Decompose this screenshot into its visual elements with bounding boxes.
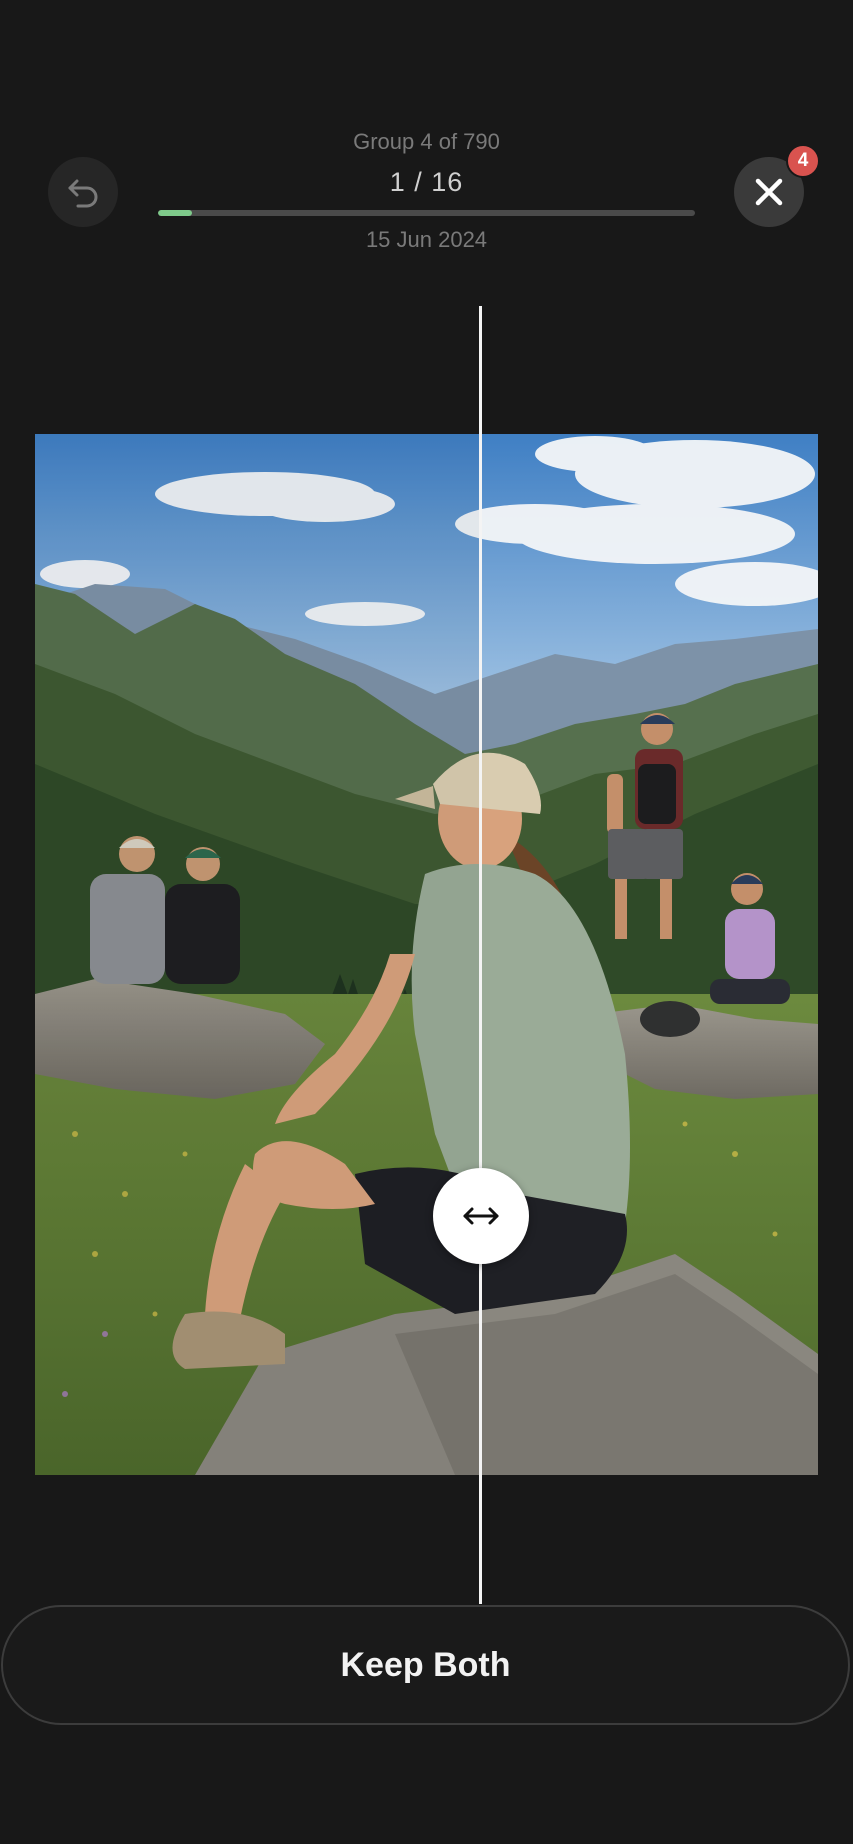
comparison-photo xyxy=(35,434,818,1475)
close-icon xyxy=(755,178,783,206)
group-label: Group 4 of 790 xyxy=(353,129,500,154)
photo-counter: 1 / 16 xyxy=(389,167,464,197)
keep-both-button[interactable]: Keep Both xyxy=(1,1605,850,1725)
photo-comparison[interactable] xyxy=(35,434,818,1475)
comparison-slider-handle[interactable] xyxy=(433,1168,529,1264)
progress-bar xyxy=(158,210,695,216)
notification-badge: 4 xyxy=(786,144,820,178)
left-right-arrow-icon xyxy=(463,1207,499,1225)
date-label: 15 Jun 2024 xyxy=(365,227,488,252)
progress-fill xyxy=(158,210,192,216)
comparison-divider[interactable] xyxy=(479,306,482,1604)
